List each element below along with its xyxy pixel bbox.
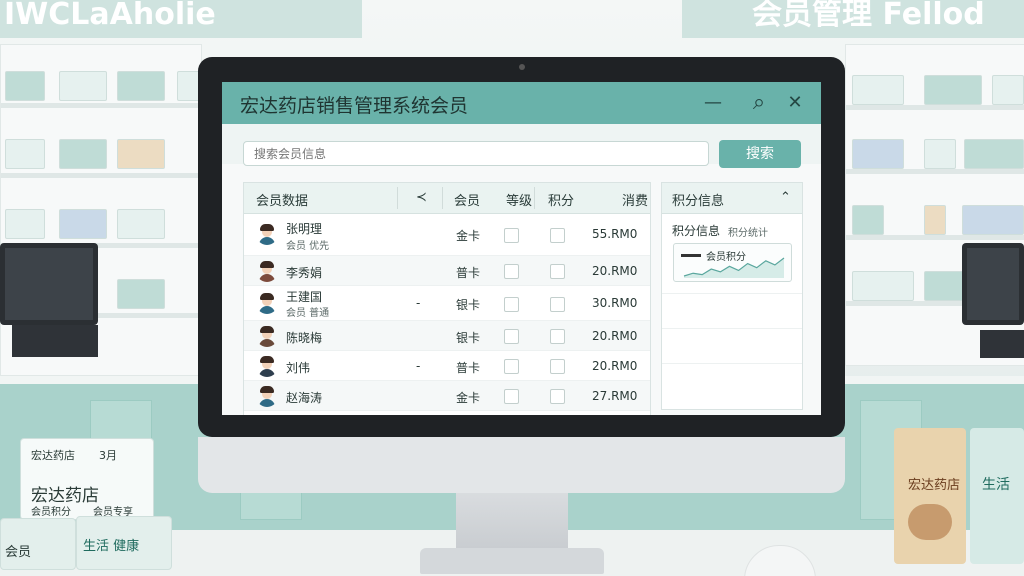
points-title: 积分信息 [672,194,725,209]
member-name: 李秀娟 [286,266,323,280]
member-dash: - [416,296,421,310]
column-points[interactable]: 积分 [548,190,574,209]
member-name: 赵海涛 [286,391,323,405]
column-member[interactable]: 会员 [454,190,480,209]
search-icon[interactable]: ⌕ [746,90,772,116]
points-subtitle-extra: 积分统计 [728,228,768,239]
avatar [256,355,278,377]
avatar [256,385,278,407]
member-management-window: 宏达药店销售管理系统会员 — ⌕ ✕ 搜索 会员数据 ≺ 会员 等级 积分 消费… [222,82,821,415]
row-checkbox[interactable] [504,359,519,374]
row-checkbox[interactable] [504,389,519,404]
row-checkbox[interactable] [550,359,565,374]
row-checkbox[interactable] [550,228,565,243]
titlebar: 宏达药店销售管理系统会员 — ⌕ ✕ [222,82,821,124]
member-amount: 20.RM0 [592,359,638,373]
member-name: 张明理 [286,222,323,236]
search-input[interactable] [243,141,709,166]
monitor-stand [456,493,568,555]
monitor-foot [420,548,604,574]
row-checkbox[interactable] [550,297,565,312]
points-header: 积分信息 ⌃ [662,183,802,214]
member-dash: - [416,359,421,373]
row-checkbox[interactable] [550,264,565,279]
member-amount: 20.RM0 [592,329,638,343]
minimize-icon[interactable]: — [700,90,726,116]
card-footer-left: 会员积分 [31,507,71,518]
member-sub: 会员 优先 [286,241,330,252]
row-checkbox[interactable] [550,329,565,344]
table-row[interactable]: 李秀娟 普卡 20.RM0 [244,256,650,286]
collapse-icon[interactable]: ⌃ [780,190,791,205]
card-date: 3月 [99,449,117,462]
avatar [256,260,278,282]
member-level: 普卡 [456,266,481,280]
side-monitor-right [962,243,1024,325]
search-button[interactable]: 搜索 [719,140,801,168]
monitor-chin [198,437,845,493]
product-bag-left: 宏达药店 [894,428,966,564]
table-row[interactable]: 陈晓梅 银卡 20.RM0 [244,321,650,351]
points-panel: 积分信息 ⌃ 积分信息 积分统计 会员积分 [661,182,803,410]
close-icon[interactable]: ✕ [782,90,808,116]
box-label-right: 生活 健康 [83,539,140,554]
member-level: 银卡 [456,331,481,345]
points-subtitle: 积分信息 [672,224,721,238]
member-table: 会员数据 ≺ 会员 等级 积分 消费 张明理 会员 优先 金卡 55.RM0 李… [243,182,667,415]
membership-card: 宏达药店 3月 宏达药店 会员积分 会员专享 [20,438,154,520]
table-row[interactable]: 赵海涛 金卡 27.RM0 [244,381,650,411]
points-sparkline: 会员积分 [673,243,792,282]
row-checkbox[interactable] [504,329,519,344]
member-amount: 30.RM0 [592,296,638,310]
column-level[interactable]: 等级 [506,190,532,209]
member-amount: 27.RM0 [592,389,638,403]
table-row[interactable]: 张明理 会员 优先 金卡 55.RM0 [244,214,650,256]
member-name: 王建国 [286,290,323,304]
store-sign-left: IWCLaAholie [0,0,362,38]
member-name: 刘伟 [286,361,311,375]
webcam-icon [519,64,525,70]
box-label-left: 会员 [5,545,32,560]
table-row[interactable]: 刘伟 - 普卡 20.RM0 [244,351,650,381]
row-checkbox[interactable] [504,297,519,312]
row-checkbox[interactable] [550,389,565,404]
member-level: 银卡 [456,298,481,312]
member-amount: 55.RM0 [592,227,638,241]
row-checkbox[interactable] [504,228,519,243]
window-title: 宏达药店销售管理系统会员 [240,95,469,117]
member-level: 金卡 [456,229,481,243]
member-level: 普卡 [456,361,481,375]
sparkline-chart [683,257,785,278]
avatar [256,325,278,347]
member-level: 金卡 [456,391,481,405]
row-checkbox[interactable] [504,264,519,279]
sort-icon[interactable]: ≺ [416,190,427,205]
member-amount: 20.RM0 [592,264,638,278]
table-header: 会员数据 ≺ 会员 等级 积分 消费 [244,183,650,214]
member-name: 陈晓梅 [286,331,323,345]
product-bag-right: 生活 [970,428,1024,564]
side-monitor-left [0,243,98,325]
avatar [256,292,278,314]
store-sign-right: 会员管理 Fellod [682,0,1024,38]
member-sub: 会员 普通 [286,308,330,319]
column-amount[interactable]: 消费 [622,190,648,209]
table-row[interactable]: 王建国 会员 普通 - 银卡 30.RM0 [244,286,650,321]
card-brand: 宏达药店 [31,449,75,462]
header-title: 会员数据 [256,194,309,209]
avatar [256,223,278,245]
